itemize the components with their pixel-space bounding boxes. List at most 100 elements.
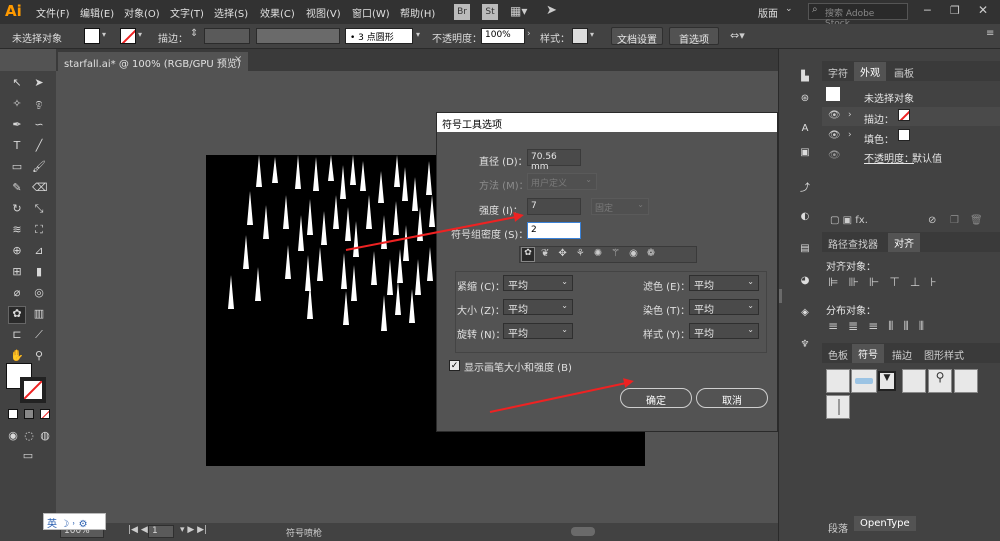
stroke-weight-input[interactable] <box>204 28 250 44</box>
tab-opentype[interactable]: OpenType <box>854 516 916 531</box>
spin-select[interactable]: 平均 ⌄ <box>503 323 573 340</box>
ok-button[interactable]: 确定 <box>620 388 692 408</box>
menu-object[interactable]: 对象(O) <box>124 5 160 20</box>
perspective-grid-icon[interactable]: ⊿ <box>32 244 46 258</box>
graphic-style-swatch[interactable] <box>572 28 588 44</box>
diameter-input[interactable]: 70.56 mm <box>527 149 581 172</box>
chevron-down-icon[interactable]: ▾ <box>590 30 594 39</box>
intensity-mode-select[interactable]: 固定 ⌄ <box>591 198 649 215</box>
appearance-opacity-label[interactable]: 不透明度： <box>864 150 914 165</box>
stock-icon[interactable]: St <box>482 4 498 20</box>
show-brush-size-checkbox[interactable]: ✓ <box>449 360 460 371</box>
symbol-item-selected[interactable]: ▼ <box>878 371 896 391</box>
curvature-tool-icon[interactable]: ∽ <box>32 118 46 132</box>
close-tab-icon[interactable]: × <box>234 54 242 65</box>
tab-artboards[interactable]: 画板 <box>894 65 914 80</box>
eyedropper-icon[interactable]: ⌀ <box>10 286 24 300</box>
menu-file[interactable]: 文件(F) <box>36 5 70 20</box>
direct-selection-tool-icon[interactable]: ➤ <box>32 76 46 90</box>
rotate-tool-icon[interactable]: ↻ <box>10 202 24 216</box>
chevron-right-icon[interactable]: › <box>848 130 852 140</box>
arrange-documents-icon[interactable]: ▦▾ <box>510 4 527 18</box>
symbol-item[interactable] <box>851 369 877 393</box>
stroke-swatch-mini[interactable] <box>898 109 910 121</box>
puppet-icon[interactable]: ♆ <box>797 339 813 353</box>
preferences-button[interactable]: 首选项 <box>669 27 719 46</box>
color-guide-icon[interactable]: ◕ <box>797 275 813 289</box>
shaper-tool-icon[interactable]: ✎ <box>10 181 24 195</box>
tab-character[interactable]: 字符 <box>828 65 848 80</box>
gradient-tool-icon[interactable]: ▮ <box>32 265 46 279</box>
menu-select[interactable]: 选择(S) <box>214 5 248 20</box>
symbol-item[interactable] <box>826 395 850 419</box>
fill-swatch[interactable] <box>84 28 100 44</box>
shape-builder-icon[interactable]: ⊕ <box>10 244 24 258</box>
chevron-down-icon[interactable]: ▾ <box>416 30 420 39</box>
mesh-tool-icon[interactable]: ⊞ <box>10 265 24 279</box>
opacity-input[interactable]: 100% <box>481 28 525 44</box>
send-icon[interactable]: ➤ <box>546 3 557 18</box>
tab-stroke[interactable]: 描边 <box>892 347 912 362</box>
fill-swatch-mini[interactable] <box>898 129 910 141</box>
symbolism-tools-icons[interactable]: ❦✥⚘✺⚚◉❁ <box>541 248 664 259</box>
none-mode-icon[interactable] <box>40 409 50 419</box>
stain-select[interactable]: 平均 ⌄ <box>689 299 759 316</box>
eye-icon[interactable]: 👁 <box>828 130 841 141</box>
duplicate-item-icon[interactable]: ❐ <box>950 215 959 226</box>
workspace-switcher[interactable]: 版面 <box>758 5 778 20</box>
chevron-down-icon[interactable]: ⌄ <box>785 4 793 14</box>
close-icon[interactable]: ✕ <box>978 3 988 17</box>
chevron-right-icon[interactable]: › <box>848 110 852 120</box>
slice-tool-icon[interactable]: ⟋ <box>32 328 46 342</box>
stroke-color-box[interactable] <box>20 377 46 403</box>
size-select[interactable]: 平均 ⌄ <box>503 299 573 316</box>
menu-effect[interactable]: 效果(C) <box>260 5 295 20</box>
hand-tool-icon[interactable]: ✋ <box>10 349 24 363</box>
tab-pathfinder[interactable]: 路径查找器 <box>828 236 878 251</box>
dock-scrollbar[interactable] <box>779 289 782 303</box>
magnifier-symbol-icon[interactable]: ⚲ <box>928 369 952 393</box>
symbol-set-density-input[interactable]: 2 <box>527 222 581 239</box>
layers-icon[interactable]: ◈ <box>797 307 813 321</box>
gradient-mode-icon[interactable] <box>24 409 34 419</box>
eye-icon[interactable]: 👁 <box>828 110 841 121</box>
draw-behind-icon[interactable]: ◌ <box>22 429 36 443</box>
horizontal-scrollbar[interactable] <box>571 527 595 536</box>
eraser-icon[interactable]: ⌫ <box>32 181 48 195</box>
scale-tool-icon[interactable]: ⤡ <box>32 202 46 216</box>
pen-tool-icon[interactable]: ✒ <box>10 118 24 132</box>
intensity-input[interactable]: 7 <box>527 198 581 215</box>
transparency-icon[interactable]: ▤ <box>797 243 813 257</box>
panel-menu-icon[interactable]: ≡ <box>986 28 994 39</box>
arrange-icon[interactable]: ⇔▾ <box>730 29 745 42</box>
method-select[interactable]: 用户定义 ⌄ <box>527 173 597 190</box>
symbol-sprayer-icon[interactable]: ✿ <box>8 306 26 324</box>
minimize-icon[interactable]: ─ <box>924 4 931 17</box>
variable-width-profile[interactable] <box>256 28 340 44</box>
align-buttons-icon[interactable]: ⊫⊪⊩⊤⊥⊦ <box>828 275 947 289</box>
clear-appearance-icon[interactable]: ⊘ <box>928 215 936 226</box>
artboard-nav-next[interactable]: ▾ ▶ ▶| <box>180 525 207 535</box>
tab-symbols[interactable]: 符号 <box>852 344 884 363</box>
appearance-icon[interactable]: ◐ <box>797 211 813 225</box>
line-tool-icon[interactable]: ╱ <box>32 139 46 153</box>
lasso-icon[interactable]: ඉ <box>32 97 46 111</box>
ime-toolbar[interactable]: 英 ☽ ˒ ⚙ <box>43 513 106 530</box>
screen-mode-icon[interactable]: ▭ <box>20 449 36 463</box>
document-setup-button[interactable]: 文档设置 <box>611 27 663 46</box>
width-tool-icon[interactable]: ≋ <box>10 223 24 237</box>
menu-window[interactable]: 窗口(W) <box>352 5 390 20</box>
menu-type[interactable]: 文字(T) <box>170 5 204 20</box>
menu-edit[interactable]: 编辑(E) <box>80 5 114 20</box>
selection-tool-icon[interactable]: ↖ <box>10 76 24 90</box>
document-tab[interactable]: starfall.ai* @ 100% (RGB/GPU 预览) × <box>58 52 248 71</box>
tab-align[interactable]: 对齐 <box>888 233 920 252</box>
graph-tool-icon[interactable]: ▥ <box>32 307 46 321</box>
chevron-down-icon[interactable]: ▾ <box>138 30 142 39</box>
style-select[interactable]: 平均 ⌄ <box>689 323 759 340</box>
tab-paragraph[interactable]: 段落 <box>828 520 848 535</box>
chevron-right-icon[interactable]: › <box>527 29 531 39</box>
free-transform-icon[interactable]: ⛶ <box>32 223 46 237</box>
symbol-item[interactable] <box>826 369 850 393</box>
properties-icon[interactable]: ▙ <box>797 71 813 85</box>
